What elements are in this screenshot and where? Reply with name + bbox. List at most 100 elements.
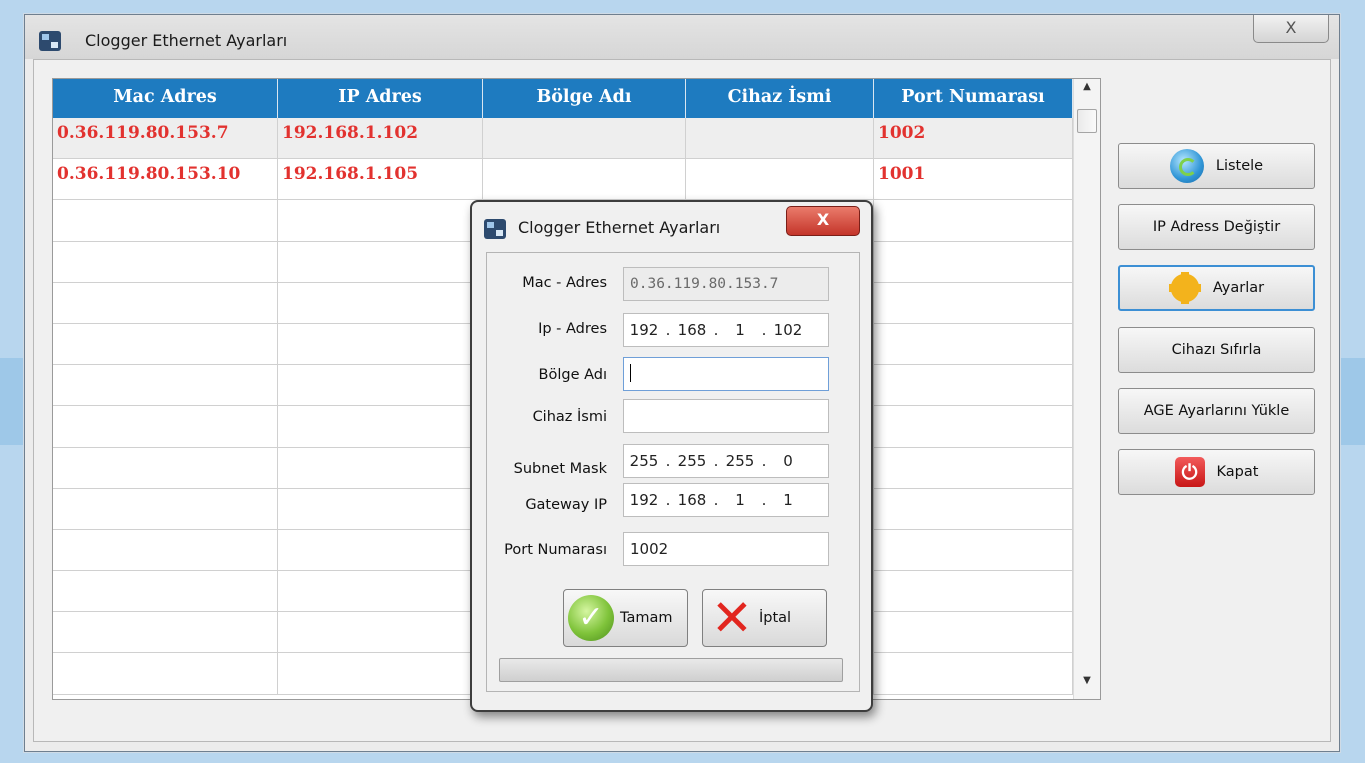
progress-bar xyxy=(499,658,843,682)
empty-cell xyxy=(53,241,278,282)
empty-cell xyxy=(874,406,1073,447)
refresh-icon xyxy=(1169,149,1204,183)
empty-cell xyxy=(53,571,278,612)
dialog-title: Clogger Ethernet Ayarları xyxy=(518,218,721,237)
ip-adress-degistir-button[interactable]: IP Adress Değiştir xyxy=(1118,204,1315,250)
octet-separator: . xyxy=(761,452,767,470)
iptal-button[interactable]: ✕ İptal xyxy=(702,589,827,647)
gateway-octet-4: 1 xyxy=(783,491,793,509)
empty-cell xyxy=(874,323,1073,365)
empty-cell xyxy=(53,447,278,488)
table-row[interactable]: 0.36.119.80.153.10 192.168.1.105 1001 xyxy=(53,159,1073,201)
dialog-body: Mac - Adres 0.36.119.80.153.7 Ip - Adres… xyxy=(486,252,860,692)
cell-cihaz xyxy=(686,118,874,159)
gear-icon xyxy=(1168,272,1201,304)
octet-separator: . xyxy=(665,321,671,339)
subnet-mask-field[interactable]: 255. 255. 255. 0 xyxy=(623,444,829,478)
bolge-adi-label: Bölge Adı xyxy=(538,367,607,383)
gateway-ip-label: Gateway IP xyxy=(525,497,607,513)
close-icon[interactable]: X xyxy=(1253,15,1329,43)
cell-port: 1002 xyxy=(874,118,1073,159)
empty-cell xyxy=(278,488,483,529)
gateway-octet-1: 192 xyxy=(629,491,659,509)
column-header-cihaz[interactable]: Cihaz İsmi xyxy=(686,79,874,118)
empty-cell xyxy=(278,365,483,406)
background-band-left xyxy=(0,358,24,445)
empty-cell xyxy=(53,612,278,653)
dialog-titlebar: Clogger Ethernet Ayarları X xyxy=(472,202,871,250)
cell-bolge xyxy=(483,159,686,200)
empty-cell xyxy=(278,612,483,653)
empty-cell xyxy=(278,529,483,571)
port-numarasi-field[interactable]: 1002 xyxy=(623,532,829,566)
empty-cell xyxy=(278,323,483,365)
kapat-label: Kapat xyxy=(1216,464,1259,480)
empty-cell xyxy=(874,653,1073,694)
cihaz-ismi-field[interactable] xyxy=(623,399,829,433)
check-icon: ✓ xyxy=(568,595,614,641)
scroll-down-arrow-icon[interactable]: ▼ xyxy=(1074,675,1100,695)
scroll-thumb[interactable] xyxy=(1077,109,1097,133)
subnet-octet-3: 255 xyxy=(725,452,755,470)
empty-cell xyxy=(53,406,278,447)
empty-cell xyxy=(874,282,1073,323)
settings-dialog: Clogger Ethernet Ayarları X Mac - Adres … xyxy=(470,200,873,712)
background-band-right xyxy=(1339,358,1365,445)
cihazi-sifirla-label: Cihazı Sıfırla xyxy=(1171,342,1262,358)
cell-cihaz xyxy=(686,159,874,200)
empty-cell xyxy=(53,488,278,529)
power-icon: ⏻ xyxy=(1174,457,1205,487)
cihaz-ismi-label: Cihaz İsmi xyxy=(532,409,607,425)
subnet-octet-1: 255 xyxy=(629,452,659,470)
empty-cell xyxy=(278,447,483,488)
empty-cell xyxy=(53,365,278,406)
ip-octet-4: 102 xyxy=(773,321,803,339)
ayarlar-button[interactable]: Ayarlar xyxy=(1118,265,1315,311)
column-header-ip[interactable]: IP Adres xyxy=(278,79,483,118)
table-scrollbar[interactable]: ▲ ▼ xyxy=(1073,79,1100,699)
octet-separator: . xyxy=(761,321,767,339)
column-header-bolge[interactable]: Bölge Adı xyxy=(483,79,686,118)
gateway-octet-3: 1 xyxy=(735,491,745,509)
main-titlebar: Clogger Ethernet Ayarları X xyxy=(25,15,1339,59)
ip-octet-3: 1 xyxy=(735,321,745,339)
app-icon xyxy=(484,219,506,239)
age-ayarlarini-yukle-label: AGE Ayarlarını Yükle xyxy=(1143,403,1290,419)
cell-port: 1001 xyxy=(874,159,1073,200)
table-row[interactable]: 0.36.119.80.153.7 192.168.1.102 1002 xyxy=(53,118,1073,160)
listele-label: Listele xyxy=(1215,158,1264,174)
table-header: Mac Adres IP Adres Bölge Adı Cihaz İsmi … xyxy=(53,79,1073,118)
app-icon xyxy=(39,31,61,51)
kapat-button[interactable]: ⏻ Kapat xyxy=(1118,449,1315,495)
tamam-label: Tamam xyxy=(620,610,673,626)
octet-separator: . xyxy=(713,491,719,509)
tamam-button[interactable]: ✓ Tamam xyxy=(563,589,688,647)
ip-adres-label: Ip - Adres xyxy=(538,321,607,337)
scroll-up-arrow-icon[interactable]: ▲ xyxy=(1074,81,1100,101)
empty-cell xyxy=(278,571,483,612)
empty-cell xyxy=(874,447,1073,488)
octet-separator: . xyxy=(713,321,719,339)
age-ayarlarini-yukle-button[interactable]: AGE Ayarlarını Yükle xyxy=(1118,388,1315,434)
ayarlar-label: Ayarlar xyxy=(1212,280,1265,296)
port-numarasi-label: Port Numarası xyxy=(504,542,607,558)
empty-cell xyxy=(53,653,278,694)
empty-cell xyxy=(53,200,278,241)
iptal-label: İptal xyxy=(759,610,792,626)
column-header-port[interactable]: Port Numarası xyxy=(874,79,1073,118)
empty-cell xyxy=(874,571,1073,612)
listele-button[interactable]: Listele xyxy=(1118,143,1315,189)
ip-adres-field[interactable]: 192. 168. 1. 102 xyxy=(623,313,829,347)
mac-adres-field: 0.36.119.80.153.7 xyxy=(623,267,829,301)
text-caret xyxy=(630,364,631,382)
octet-separator: . xyxy=(713,452,719,470)
gateway-ip-field[interactable]: 192. 168. 1. 1 xyxy=(623,483,829,517)
cihazi-sifirla-button[interactable]: Cihazı Sıfırla xyxy=(1118,327,1315,373)
cell-ip: 192.168.1.102 xyxy=(278,118,483,159)
empty-cell xyxy=(53,323,278,365)
bolge-adi-field[interactable] xyxy=(623,357,829,391)
empty-cell xyxy=(874,529,1073,571)
close-icon[interactable]: X xyxy=(786,206,860,236)
column-header-mac[interactable]: Mac Adres xyxy=(53,79,278,118)
empty-cell xyxy=(278,406,483,447)
